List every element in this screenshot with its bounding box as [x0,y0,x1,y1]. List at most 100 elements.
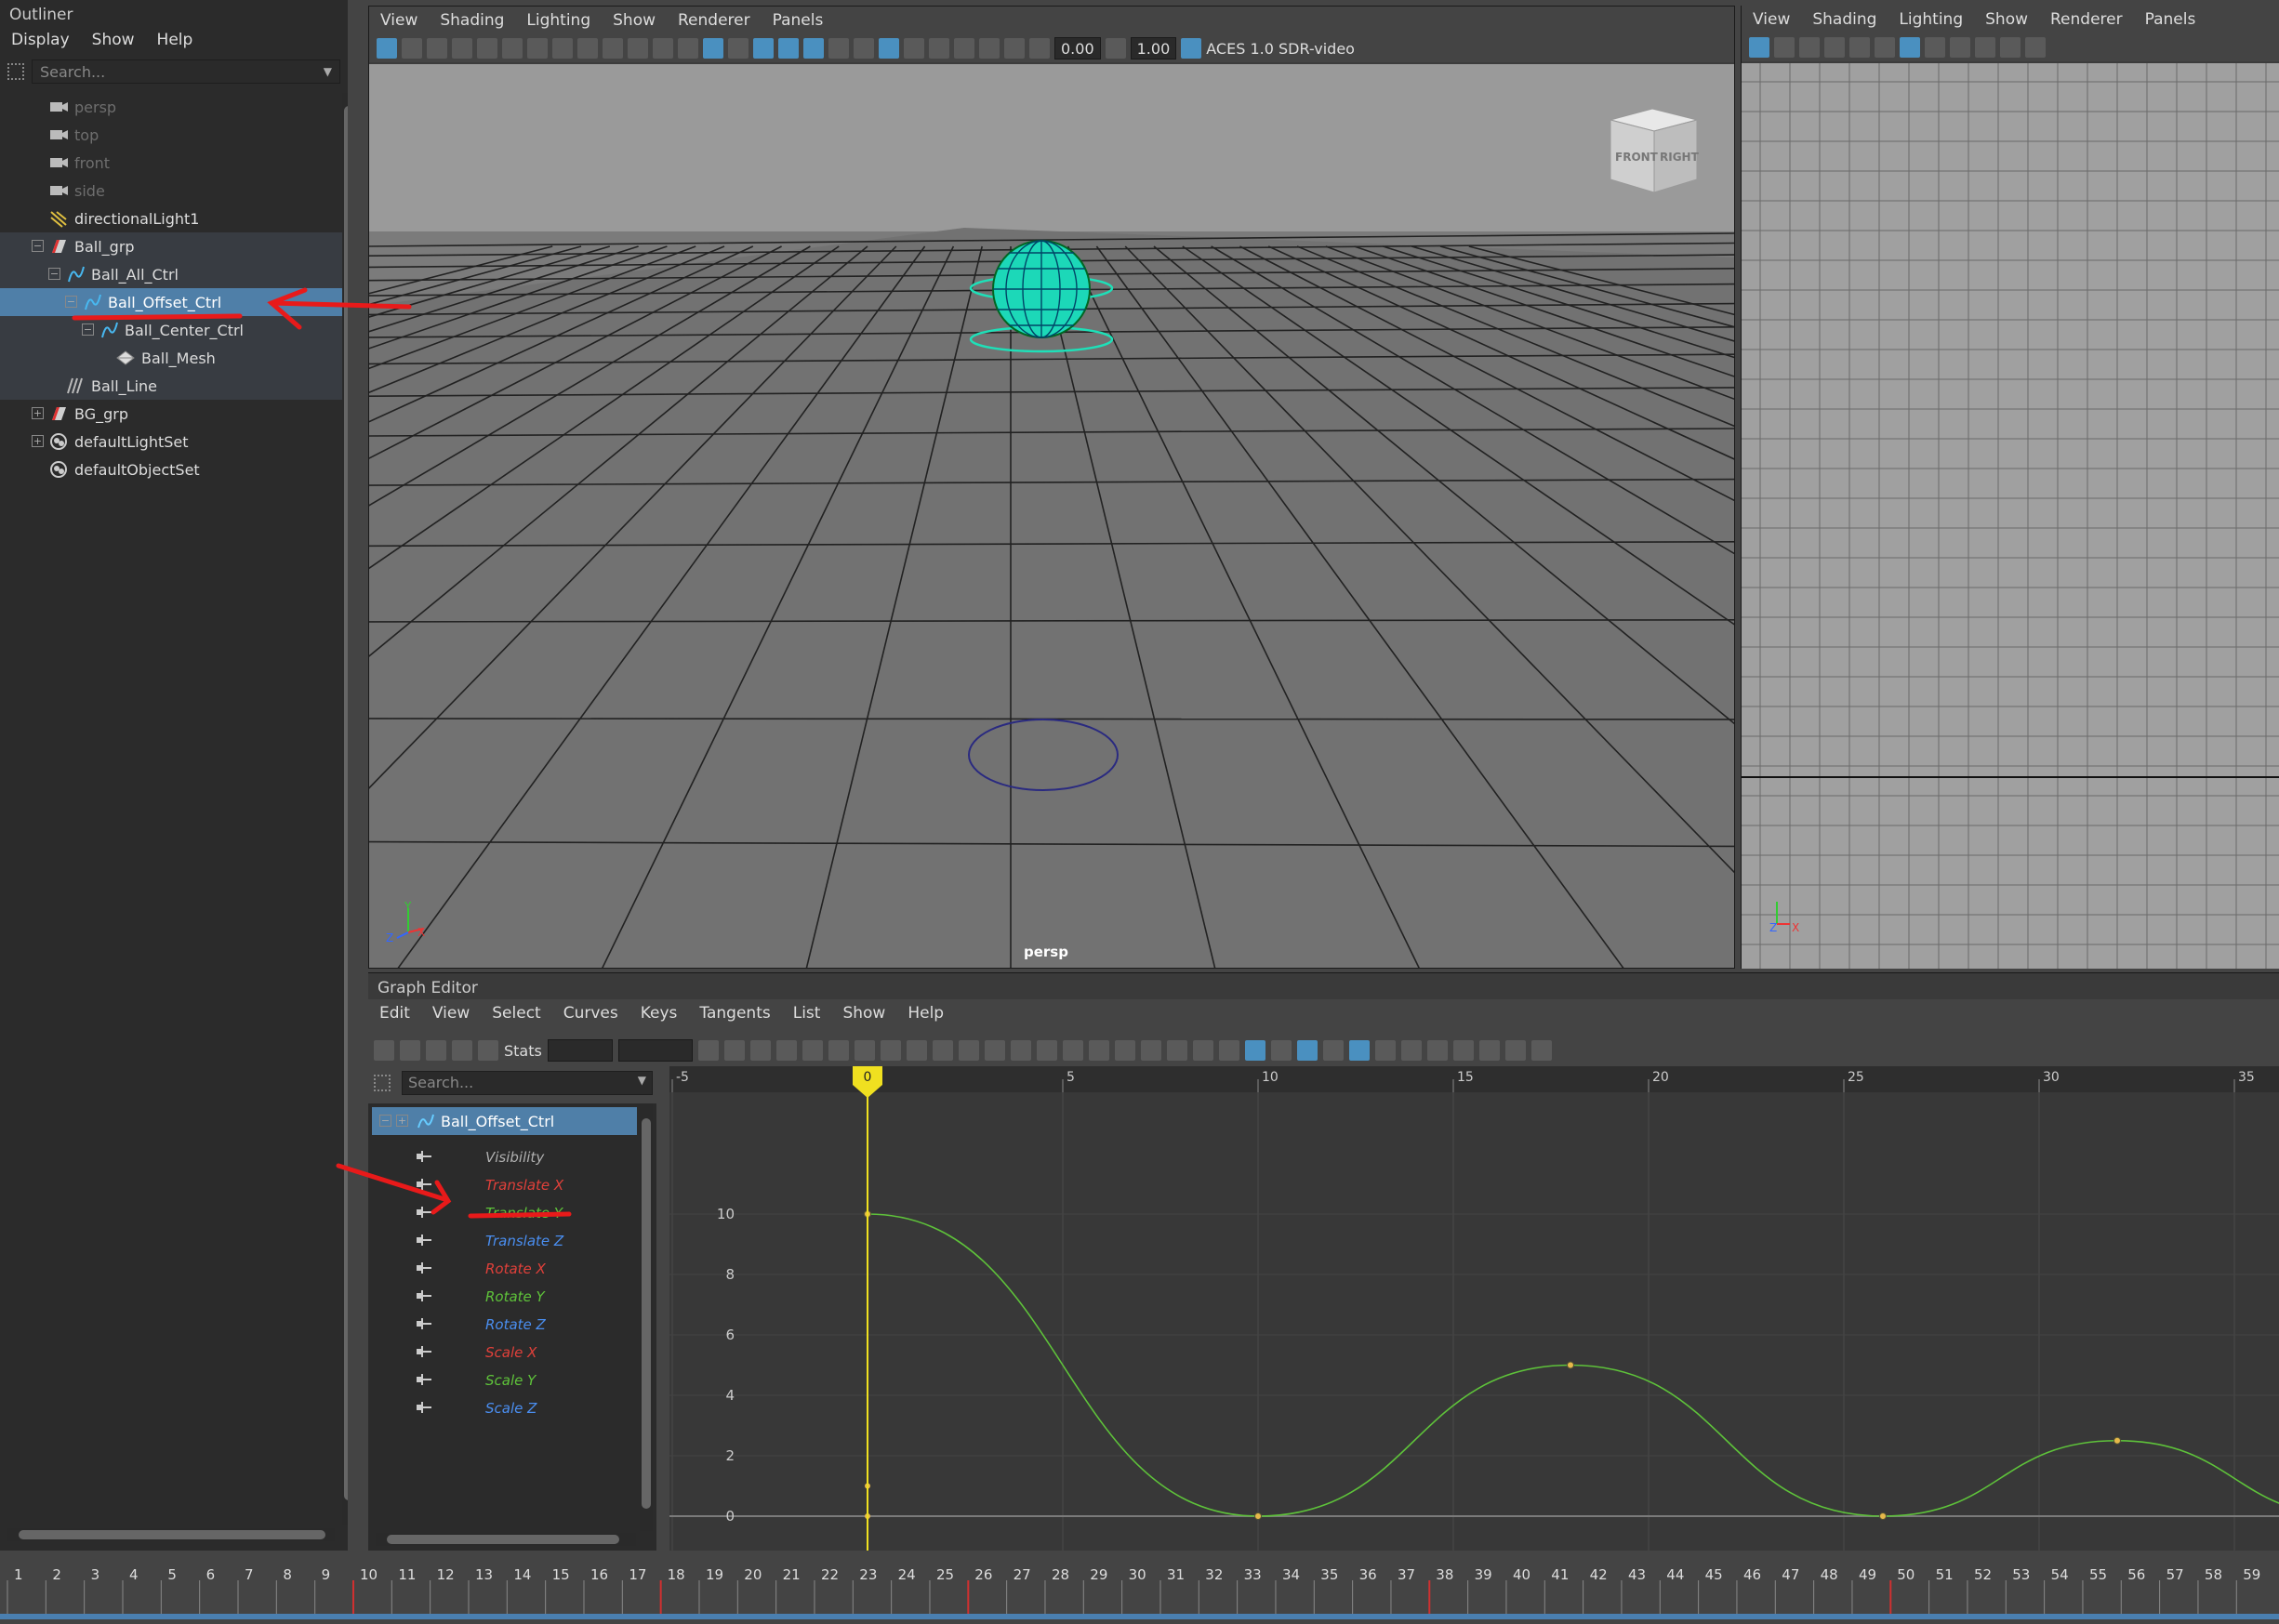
outliner-item[interactable]: directionalLight1 [0,205,342,232]
resolution-gate-icon[interactable] [1950,37,1970,58]
ge-list-vscroll[interactable] [640,1103,653,1531]
viewport-menu-renderer[interactable]: Renderer [667,11,762,30]
outliner-item[interactable]: defaultObjectSet [0,456,342,483]
ge-channel-row[interactable]: Translate Z [368,1228,633,1254]
viewport2-menu-shading[interactable]: Shading [1801,10,1888,29]
tangent-spline-icon[interactable] [828,1040,849,1061]
outliner-item[interactable]: − Ball_Offset_Ctrl [0,288,342,316]
outliner-item[interactable]: top [0,121,342,149]
show-results-icon[interactable] [1348,1040,1370,1061]
outliner-scroll-thumb[interactable] [344,106,348,1500]
dropdown-arrow-icon[interactable]: ▼ [324,65,332,78]
ge-channel-row[interactable]: Scale Z [368,1395,633,1421]
constraint-icon[interactable] [1426,1040,1448,1061]
filter-icon[interactable] [374,1075,391,1091]
side-viewport[interactable]: View Shading Lighting Show Renderer Panels Z [1741,6,2279,969]
outliner-item[interactable]: Ball_Line [0,372,342,400]
ge-list-hscroll[interactable] [376,1533,636,1546]
viewport2-menu-view[interactable]: View [1742,10,1801,29]
stacked-curves-icon[interactable] [1374,1040,1396,1061]
outliner-menu-show[interactable]: Show [81,31,146,49]
grease-pencil-icon[interactable] [1875,37,1895,58]
outliner-horizontal-scrollbar[interactable] [7,1528,335,1541]
2d-pan-zoom-icon[interactable] [477,38,497,59]
bookmark-icon[interactable] [427,38,447,59]
outliner-item[interactable]: + defaultLightSet [0,428,342,456]
viewport-menu-shading[interactable]: Shading [429,11,515,30]
collapse-icon[interactable]: − [48,268,60,280]
bookmark-icon[interactable] [1799,37,1820,58]
outliner-item[interactable]: − Ball_All_Ctrl [0,260,342,288]
collapse-icon[interactable]: − [32,240,44,252]
curve-bounce-icon[interactable] [1504,1040,1526,1061]
filter-icon[interactable] [7,63,24,80]
viewport2-menu-lighting[interactable]: Lighting [1888,10,1974,29]
tangent-stepped-icon[interactable] [932,1040,953,1061]
viewport2-menu-show[interactable]: Show [1974,10,2039,29]
channel-lock-icon[interactable] [415,1287,433,1308]
graph-menu-edit[interactable]: Edit [368,1004,421,1023]
gamma-field[interactable]: 1.00 [1130,37,1177,59]
keyframe-point[interactable] [1879,1512,1887,1520]
tangent-linear-icon[interactable] [880,1040,901,1061]
channel-lock-icon[interactable] [415,1343,433,1364]
ge-graph-view[interactable]: -551015202530351086420-20 [669,1066,2279,1551]
collapse-icon[interactable]: − [65,296,77,308]
viewport2-menu-renderer[interactable]: Renderer [2039,10,2134,29]
outliner-item[interactable]: − Ball_grp [0,232,342,260]
exposure-icon[interactable] [1029,38,1050,59]
cycle-icon[interactable] [1270,1040,1292,1061]
free-tangent-length-icon[interactable] [1062,1040,1083,1061]
ge-graph-svg[interactable]: -551015202530351086420-20 [669,1066,2279,1551]
field-chart-icon[interactable] [2000,37,2021,58]
image-plane-icon[interactable] [1824,37,1845,58]
graph-menu-help[interactable]: Help [896,1004,955,1023]
ball-mesh[interactable] [992,240,1091,338]
ge-channel-row[interactable]: Rotate X [368,1256,633,1282]
value-snap-icon[interactable] [1166,1040,1187,1061]
break-tangents-icon[interactable] [1010,1040,1031,1061]
ge-channel-row[interactable]: Rotate Y [368,1284,633,1310]
xray-joints-icon[interactable] [979,38,1000,59]
graph-menu-view[interactable]: View [421,1004,481,1023]
channel-lock-icon[interactable] [415,1260,433,1280]
outliner-item[interactable]: side [0,177,342,205]
channel-lock-icon[interactable] [415,1399,433,1419]
color-space-label[interactable]: ACES 1.0 SDR-video [1206,40,1355,58]
buffer-curve-icon[interactable] [984,1040,1005,1061]
ge-channel-row[interactable]: Translate X [368,1172,633,1198]
outliner-item[interactable]: − Ball_Center_Ctrl [0,316,342,344]
grid-icon[interactable] [1900,37,1920,58]
pre-infinity-icon[interactable] [1296,1040,1318,1061]
outliner-vertical-scrollbar[interactable] [342,93,348,1525]
ge-channel-row[interactable]: Rotate Z [368,1312,633,1338]
frame-playback-icon[interactable] [749,1040,771,1061]
safe-action-icon[interactable] [2025,37,2046,58]
outliner-hscroll-thumb[interactable] [19,1530,325,1539]
ge-list-scroll-thumb[interactable] [642,1118,651,1509]
infinity-icon[interactable] [1244,1040,1265,1061]
region-tool-icon[interactable] [452,1040,472,1061]
graph-menu-keys[interactable]: Keys [629,1004,689,1023]
channel-lock-icon[interactable] [415,1315,433,1336]
frame-all-icon[interactable] [723,1040,745,1061]
viewport-menu-panels[interactable]: Panels [762,11,835,30]
tangent-auto-icon[interactable] [802,1040,823,1061]
collapse-icon[interactable]: − [82,323,94,336]
keyframe-point[interactable] [2113,1436,2121,1445]
film-gate-icon[interactable] [552,38,573,59]
ge-plot-area[interactable] [669,1092,2279,1551]
tangent-plateau-icon[interactable] [958,1040,979,1061]
channel-lock-icon[interactable] [415,1204,433,1224]
grease-pencil-icon[interactable] [502,38,523,59]
xray-components-icon[interactable] [1004,38,1025,59]
camera-attributes-icon[interactable] [402,38,422,59]
tangent-flat-icon[interactable] [906,1040,927,1061]
retime-tool-icon[interactable] [478,1040,498,1061]
textured-icon[interactable] [753,38,774,59]
viewport2-menu-panels[interactable]: Panels [2134,10,2207,29]
keyframe-point[interactable] [1254,1512,1262,1520]
ge-list-hscroll-thumb[interactable] [387,1535,619,1544]
screen-space-ao-icon[interactable] [828,38,849,59]
outliner-search-input[interactable]: Search... ▼ [32,59,340,84]
